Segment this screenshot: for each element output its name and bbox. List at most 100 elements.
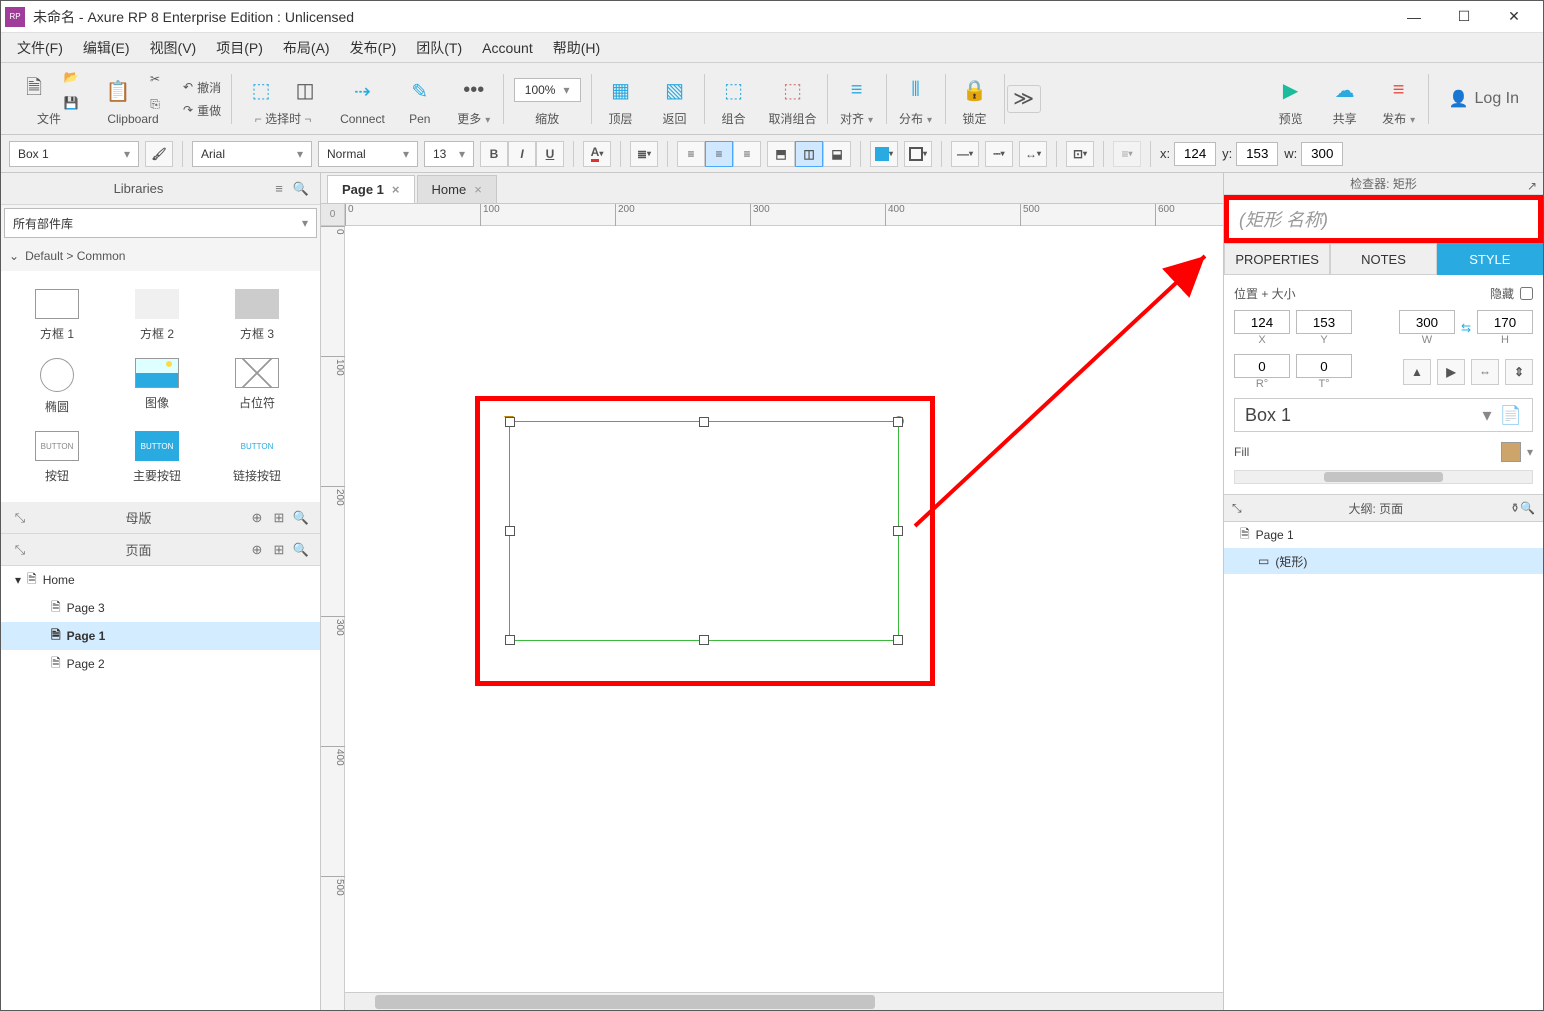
line-width-button[interactable]: —▾	[951, 141, 979, 167]
style-painter-icon[interactable]: 🖌	[145, 141, 173, 167]
align-left-button[interactable]: ≡	[677, 141, 705, 167]
share-icon[interactable]: ☁	[1326, 71, 1364, 109]
rotation-input[interactable]	[1234, 354, 1290, 378]
outline-collapse-icon[interactable]: ⤡	[1232, 501, 1242, 516]
group-icon[interactable]: ⬚	[715, 71, 753, 109]
bring-front-icon[interactable]: ▦	[602, 71, 640, 109]
canvas-scrollbar-h[interactable]	[345, 992, 1223, 1010]
size-h-input[interactable]	[1477, 310, 1533, 334]
library-section-toggle[interactable]: ⌄Default > Common	[1, 241, 320, 271]
maximize-button[interactable]: ☐	[1439, 1, 1489, 33]
font-combo[interactable]: Arial▾	[192, 141, 312, 167]
masters-search-icon[interactable]: 🔍	[290, 507, 312, 529]
masters-add-page-icon[interactable]: ⊞	[268, 507, 290, 529]
style-manage-icon[interactable]: 📄	[1500, 405, 1522, 426]
widget-type-combo[interactable]: Box 1▾	[9, 141, 139, 167]
preview-icon[interactable]: ▶	[1272, 71, 1310, 109]
y-input[interactable]	[1236, 142, 1278, 166]
menu-layout[interactable]: 布局(A)	[273, 34, 340, 62]
menu-account[interactable]: Account	[472, 36, 543, 60]
line-style-button[interactable]: ┄▾	[985, 141, 1013, 167]
page-tree-row[interactable]: ▾🗎Home	[1, 566, 320, 594]
pos-y-input[interactable]	[1296, 310, 1352, 334]
menu-project[interactable]: 项目(P)	[206, 34, 273, 62]
menu-edit[interactable]: 编辑(E)	[73, 34, 140, 62]
style-name-combo[interactable]: Box 1 ▾📄	[1234, 398, 1533, 432]
publish-icon[interactable]: ≡	[1380, 71, 1418, 109]
minimize-button[interactable]: —	[1389, 1, 1439, 33]
redo-button[interactable]: ↷ 重做	[183, 102, 221, 119]
cut-icon[interactable]: ✂	[143, 67, 167, 91]
lock-icon[interactable]: 🔒	[956, 71, 994, 109]
x-input[interactable]	[1174, 142, 1216, 166]
fill-dropdown-icon[interactable]: ▾	[1527, 445, 1533, 459]
paste-icon[interactable]: 📋	[99, 73, 137, 111]
select-intersect-icon[interactable]: ◫	[286, 71, 324, 109]
valign-middle-button[interactable]: ◫	[795, 141, 823, 167]
resize-handle-s[interactable]	[699, 635, 709, 645]
library-selector-combo[interactable]: 所有部件库▾	[4, 208, 317, 238]
canvas[interactable]	[345, 226, 1223, 992]
outline-row[interactable]: 🗎Page 1	[1224, 522, 1543, 548]
align-center-button[interactable]: ≡	[705, 141, 733, 167]
ungroup-icon[interactable]: ⬚	[774, 71, 812, 109]
pen-tool-icon[interactable]: ✎	[401, 73, 439, 111]
widget-placeholder[interactable]: 占位符	[207, 350, 307, 423]
widget-ellipse[interactable]: 椭圆	[7, 350, 107, 423]
ruler-origin[interactable]: 0	[321, 204, 345, 226]
overflow-icon[interactable]: ≫	[1007, 85, 1041, 113]
new-file-icon[interactable]: 🗎	[15, 71, 53, 109]
style-scrollbar-h[interactable]	[1234, 470, 1533, 484]
open-file-icon[interactable]: 📂	[59, 65, 83, 89]
resize-handle-e[interactable]	[893, 526, 903, 536]
size-w-input[interactable]	[1399, 310, 1455, 334]
tab-style[interactable]: STYLE	[1437, 243, 1543, 275]
libraries-menu-icon[interactable]: ≡	[268, 178, 290, 200]
autofit-w-icon[interactable]: ⇔	[1471, 359, 1499, 385]
fill-color-button[interactable]: ▾	[870, 141, 898, 167]
select-tool-icon[interactable]: ⬚	[242, 71, 280, 109]
close-button[interactable]: ✕	[1489, 1, 1539, 33]
page-tree-row[interactable]: 🗎Page 2	[1, 650, 320, 678]
resize-handle-se[interactable]	[893, 635, 903, 645]
page-tree-row[interactable]: 🗎Page 3	[1, 594, 320, 622]
tab-close-icon[interactable]: ×	[474, 182, 482, 197]
font-color-button[interactable]: A▾	[583, 141, 611, 167]
padding-button[interactable]: ⊡▾	[1066, 141, 1094, 167]
align-icon[interactable]: ≡	[838, 71, 876, 109]
outline-row[interactable]: ▭(矩形)	[1224, 548, 1543, 574]
line-color-button[interactable]: ▾	[904, 141, 932, 167]
tab-properties[interactable]: PROPERTIES	[1224, 243, 1330, 275]
hide-checkbox[interactable]	[1520, 287, 1533, 300]
pages-add-page-icon[interactable]: ⊞	[268, 539, 290, 561]
valign-top-button[interactable]: ⬒	[767, 141, 795, 167]
bullets-button[interactable]: ≣▾	[630, 141, 658, 167]
line-spacing-button[interactable]: ≡▾	[1113, 141, 1141, 167]
pages-add-folder-icon[interactable]: ⊕	[246, 539, 268, 561]
canvas-area[interactable]: 0 0100200300400500600 0100200300400500	[321, 203, 1223, 1010]
menu-team[interactable]: 团队(T)	[406, 34, 472, 62]
outline-search-icon[interactable]: 🔍	[1520, 501, 1535, 515]
arrow-style-button[interactable]: ↔▾	[1019, 141, 1047, 167]
bold-button[interactable]: B	[480, 141, 508, 167]
distribute-icon[interactable]: ⫴	[897, 71, 935, 109]
italic-button[interactable]: I	[508, 141, 536, 167]
valign-bottom-button[interactable]: ⬓	[823, 141, 851, 167]
autofit-h-icon[interactable]: ⇕	[1505, 359, 1533, 385]
flip-h-icon[interactable]: ▲	[1403, 359, 1431, 385]
widget-image[interactable]: 图像	[107, 350, 207, 423]
lock-aspect-icon[interactable]: ⇆	[1461, 321, 1471, 335]
resize-handle-w[interactable]	[505, 526, 515, 536]
flip-v-icon[interactable]: ▶	[1437, 359, 1465, 385]
publish-label[interactable]: 发布	[1382, 110, 1415, 127]
masters-add-folder-icon[interactable]: ⊕	[246, 507, 268, 529]
widget-primary-button[interactable]: BUTTON主要按钮	[107, 423, 207, 492]
menu-help[interactable]: 帮助(H)	[543, 34, 610, 62]
resize-handle-ne[interactable]	[893, 417, 903, 427]
more-label[interactable]: 更多	[457, 110, 490, 127]
tab-page1[interactable]: Page 1×	[327, 175, 415, 203]
menu-file[interactable]: 文件(F)	[7, 34, 73, 62]
save-file-icon[interactable]: 💾	[59, 91, 83, 115]
widget-box1[interactable]: 方框 1	[7, 281, 107, 350]
pos-x-input[interactable]	[1234, 310, 1290, 334]
